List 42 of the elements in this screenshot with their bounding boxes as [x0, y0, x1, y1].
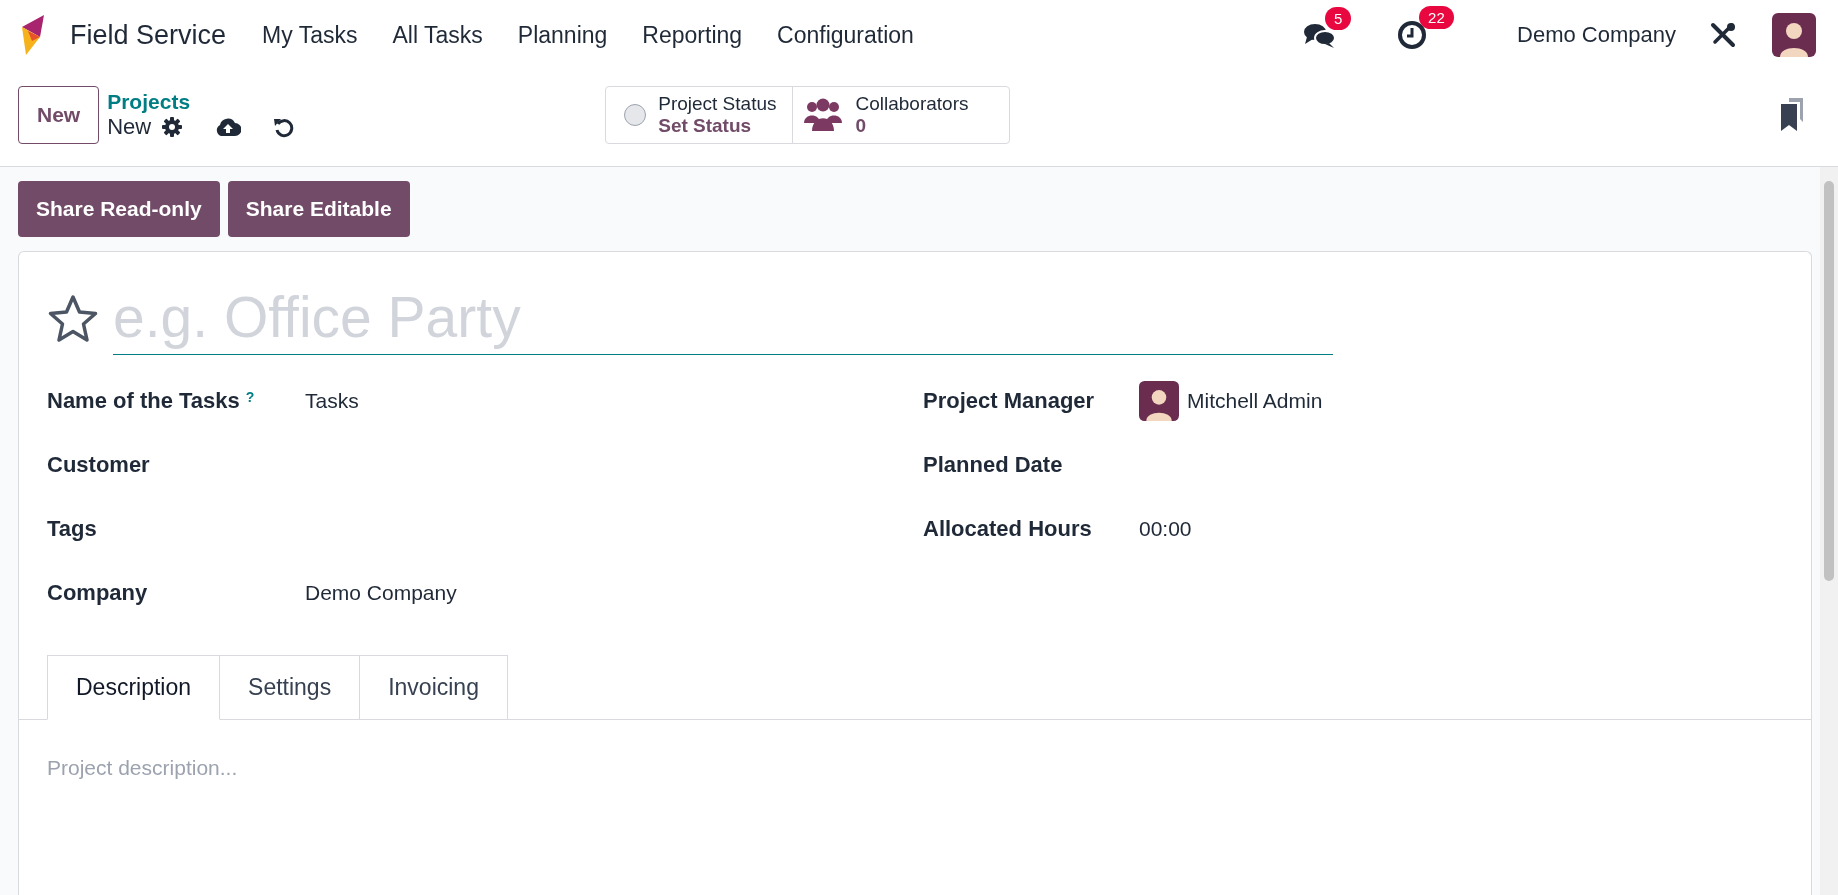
- share-button[interactable]: Share Editable: [227, 181, 410, 237]
- field-value[interactable]: 00:00: [1139, 517, 1192, 541]
- undo-icon[interactable]: [273, 116, 296, 138]
- company-switcher[interactable]: Demo Company: [1517, 22, 1676, 48]
- menu-item[interactable]: My Tasks: [262, 21, 358, 49]
- message-count-badge: 5: [1325, 7, 1352, 30]
- tools-icon[interactable]: [1710, 22, 1736, 48]
- user-avatar-icon[interactable]: [1772, 13, 1816, 57]
- clock-icon[interactable]: [1397, 20, 1428, 50]
- collaborators-button[interactable]: Collaborators 0: [792, 87, 1010, 143]
- user-avatar-icon: [1139, 381, 1179, 421]
- field-label: Customer: [47, 452, 150, 477]
- breadcrumb-link[interactable]: Projects: [107, 90, 296, 114]
- field-value[interactable]: Tasks: [305, 389, 359, 413]
- record-name: New: [107, 114, 152, 140]
- help-tooltip[interactable]: ?: [245, 388, 255, 405]
- field-label: Project Manager: [923, 388, 1095, 413]
- cloud-upload-icon[interactable]: [215, 117, 242, 137]
- bookmarks-icon[interactable]: [1780, 98, 1804, 132]
- activity-count-badge: 22: [1419, 6, 1454, 29]
- new-button[interactable]: New: [18, 86, 100, 144]
- scrollbar[interactable]: [1820, 167, 1838, 895]
- settings-icon[interactable]: [161, 116, 184, 138]
- menu-item[interactable]: Planning: [517, 21, 608, 49]
- project-status-button[interactable]: Project Status Set Status: [606, 87, 793, 143]
- people-icon: [803, 97, 844, 133]
- menu-item[interactable]: All Tasks: [392, 21, 483, 49]
- app-name[interactable]: Field Service: [70, 19, 227, 51]
- notebook-tab[interactable]: Description: [47, 655, 221, 720]
- field-label: Allocated Hours: [923, 516, 1092, 541]
- menu-item[interactable]: Configuration: [777, 21, 914, 49]
- share-button[interactable]: Share Read-only: [18, 181, 220, 237]
- notebook-tab[interactable]: Settings: [220, 655, 361, 720]
- menu-item[interactable]: Reporting: [642, 21, 743, 49]
- field-label: Planned Date: [923, 452, 1063, 477]
- field-label: Name of the Tasks: [47, 388, 240, 413]
- field-value[interactable]: Demo Company: [305, 581, 457, 605]
- field-value[interactable]: Mitchell Admin: [1187, 389, 1323, 413]
- field-label: Tags: [47, 516, 97, 541]
- notebook-tab[interactable]: Invoicing: [360, 655, 508, 720]
- star-icon[interactable]: [47, 293, 99, 344]
- field-label: Company: [47, 580, 148, 605]
